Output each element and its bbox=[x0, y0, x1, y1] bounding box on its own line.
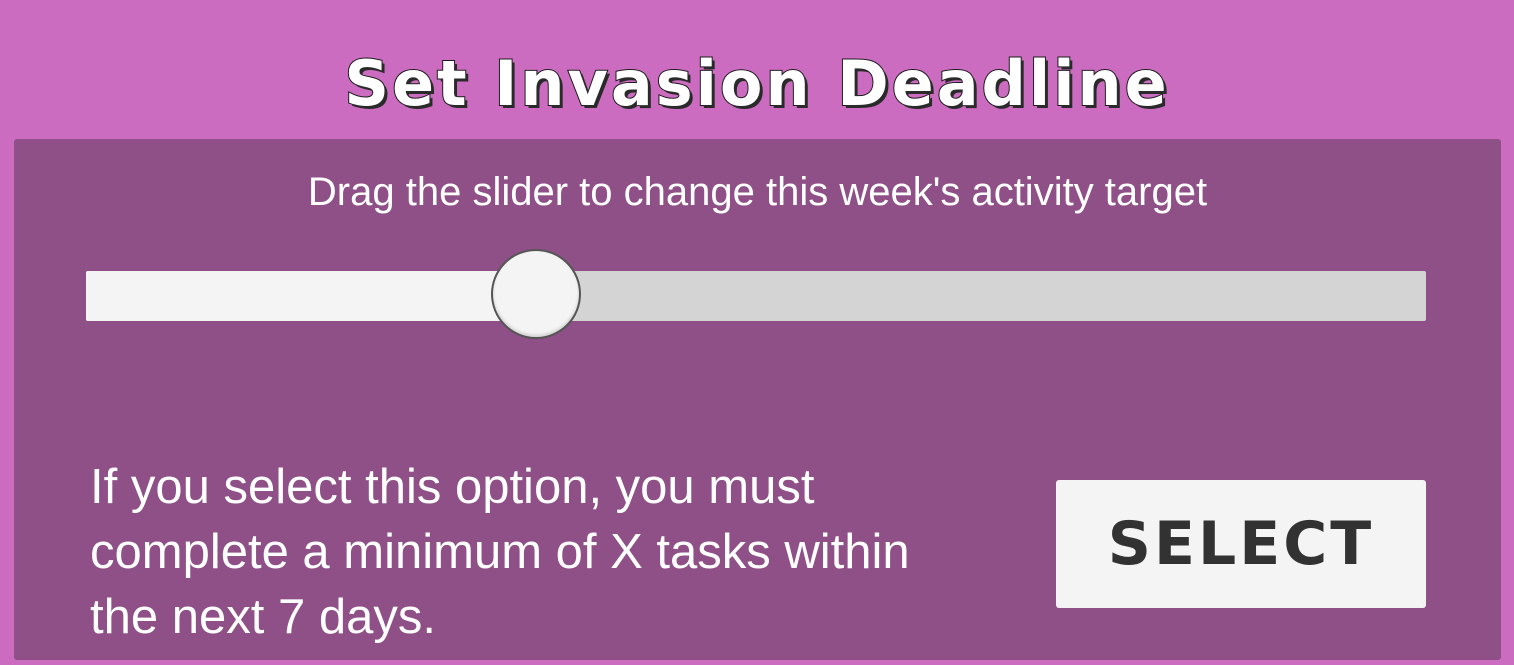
slider-handle[interactable] bbox=[491, 249, 582, 339]
slider-fill bbox=[86, 271, 537, 321]
select-button[interactable]: SELECT bbox=[1056, 480, 1426, 608]
activity-target-slider[interactable] bbox=[86, 249, 1426, 339]
option-description: If you select this option, you must comp… bbox=[90, 460, 910, 644]
deadline-panel: Drag the slider to change this week's ac… bbox=[14, 139, 1501, 660]
page-title: Set Invasion Deadline bbox=[343, 46, 1170, 121]
slider-instruction: Drag the slider to change this week's ac… bbox=[307, 170, 1208, 214]
